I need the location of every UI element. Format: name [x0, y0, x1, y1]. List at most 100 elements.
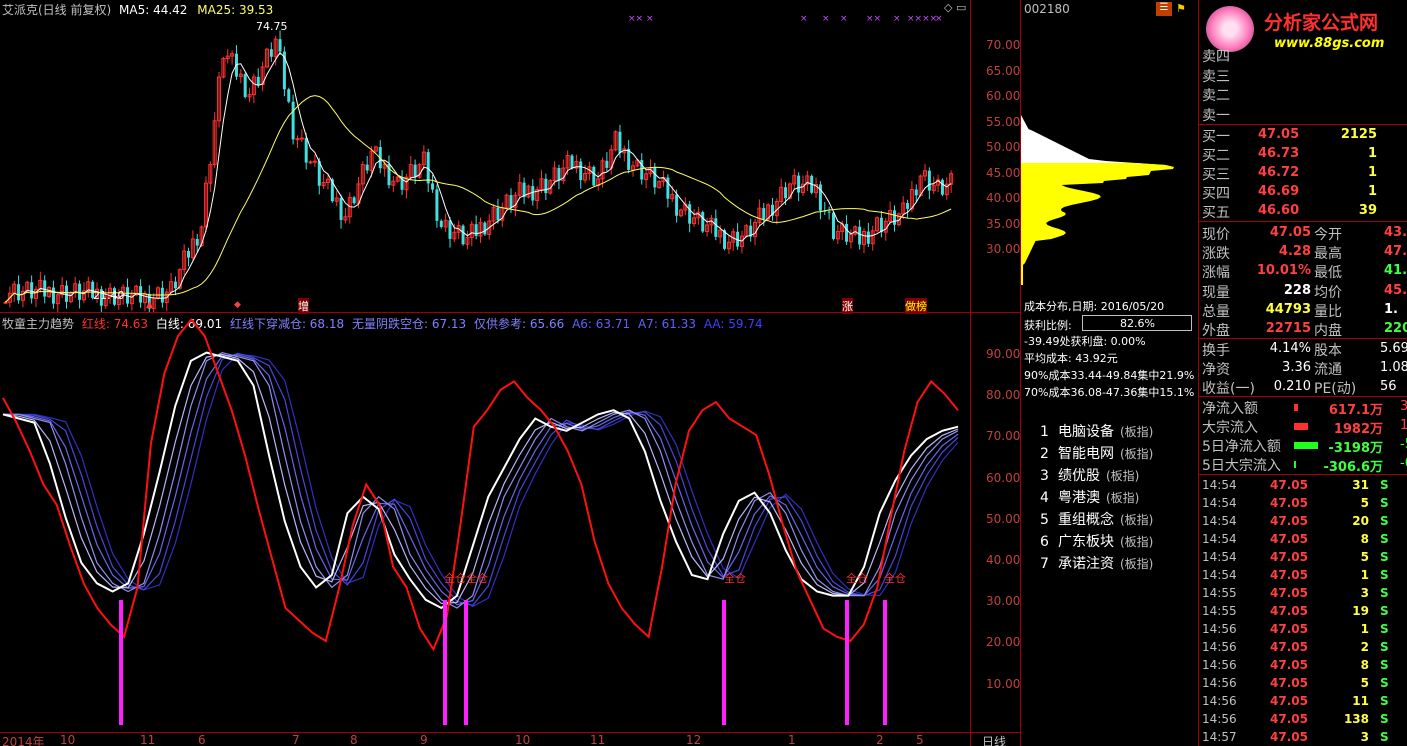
flow-label: 净流入额 — [1202, 401, 1258, 417]
candle-body — [3, 301, 8, 304]
fund-value2: 1.08 — [1380, 360, 1407, 375]
tick-volume: 8 — [1360, 532, 1369, 546]
tick-price: 47.05 — [1270, 568, 1308, 582]
candle-body — [278, 39, 282, 52]
sector-item[interactable]: 6 广东板块 (板指) — [1040, 531, 1153, 551]
fund-label: 收益(一) — [1202, 381, 1255, 397]
sell-label: 卖四 — [1202, 49, 1230, 65]
sector-item[interactable]: 4 粤港澳 (板指) — [1040, 487, 1139, 507]
svg-text:×: × — [822, 14, 830, 24]
sector-tag: (板指) — [1120, 425, 1154, 439]
sector-number: 3 — [1040, 468, 1049, 484]
x-tick: 7 — [292, 733, 300, 746]
candle-body — [701, 212, 705, 232]
candle-body — [531, 186, 535, 201]
quote-label: 涨跌 — [1202, 246, 1230, 263]
logo-name: 分析家公式网 — [1264, 12, 1379, 34]
candle-body — [51, 287, 55, 304]
sector-item[interactable]: 7 承诺注资 (板指) — [1040, 553, 1153, 573]
tick-volume: 19 — [1352, 604, 1369, 618]
sector-number: 2 — [1040, 446, 1049, 462]
candle-body — [557, 167, 561, 181]
candle-body — [845, 223, 849, 242]
candle-body — [30, 282, 34, 299]
tick-price: 47.05 — [1270, 532, 1308, 546]
tick-row: 14:56 47.05 138 S — [1202, 710, 1407, 728]
candle-body — [592, 166, 596, 186]
tick-side: S — [1380, 622, 1389, 636]
candle-body — [570, 155, 574, 169]
x-tick: 8 — [350, 733, 358, 746]
svg-text:×: × — [935, 14, 943, 24]
menu-icon[interactable]: ☰ — [1156, 2, 1172, 16]
indicator-tick: 10.00 — [986, 676, 1021, 691]
candle-body — [187, 251, 191, 258]
tick-row: 14:55 47.05 3 S — [1202, 584, 1407, 602]
sell-label: 卖一 — [1202, 107, 1230, 124]
quote-row: 涨幅 10.01% 最低 41. — [1202, 262, 1407, 281]
quote-label: 涨幅 — [1202, 265, 1230, 282]
sector-name: 智能电网 — [1058, 446, 1114, 462]
tick-price: 47.05 — [1270, 514, 1308, 528]
flow-extra: -0 — [1400, 456, 1407, 471]
kline-tick: 70.00 — [986, 38, 1021, 52]
tick-time: 14:55 — [1202, 586, 1237, 600]
candle-body — [295, 138, 300, 141]
buy-row: 买三 46.72 1 — [1202, 164, 1407, 183]
candles — [3, 30, 954, 312]
buy-row: 买四 46.69 1 — [1202, 183, 1407, 202]
sector-tag: (板指) — [1120, 447, 1154, 461]
ma25-line — [5, 95, 952, 303]
sector-name: 广东板块 — [1058, 534, 1114, 550]
x-tick: 2014年 — [2, 735, 45, 746]
tick-side: S — [1380, 532, 1389, 546]
sector-number: 7 — [1040, 556, 1049, 572]
tick-time: 14:56 — [1202, 676, 1237, 690]
candle-body — [831, 212, 835, 239]
candle-body — [858, 226, 862, 245]
candle-body — [784, 187, 788, 199]
tick-row: 14:55 47.05 19 S — [1202, 602, 1407, 620]
buy-price: 46.69 — [1258, 184, 1300, 199]
tick-side: S — [1380, 514, 1389, 528]
candle-body — [431, 183, 435, 190]
candle-body — [243, 74, 247, 97]
candle-body — [496, 207, 500, 221]
candle-body — [312, 160, 317, 163]
tick-side: S — [1380, 550, 1389, 564]
sector-name: 电脑设备 — [1058, 424, 1114, 440]
candle-body — [906, 203, 910, 209]
sector-number: 4 — [1040, 490, 1049, 506]
sector-item[interactable]: 3 绩优股 (板指) — [1040, 465, 1139, 485]
quote-value2: 1. — [1384, 301, 1398, 317]
flag-icon[interactable]: ⚑ — [1176, 2, 1186, 15]
sector-item[interactable]: 5 重组概念 (板指) — [1040, 509, 1153, 529]
tick-row: 14:56 47.05 11 S — [1202, 692, 1407, 710]
sector-item[interactable]: 2 智能电网 (板指) — [1040, 443, 1153, 463]
fund-value: 0.210 — [1273, 379, 1311, 394]
x-tick: 1 — [788, 733, 796, 746]
low-price-label: 21.40 — [93, 289, 125, 302]
buy-volume: 2125 — [1340, 127, 1377, 142]
candle-body — [65, 285, 69, 302]
flow-row: 5日大宗流入 -306.6万 -0 — [1202, 455, 1407, 475]
indicator-tick: 70.00 — [986, 429, 1021, 444]
tick-side: S — [1380, 478, 1389, 492]
tick-price: 47.05 — [1270, 604, 1308, 618]
quote-value: 47.05 — [1269, 225, 1311, 240]
quote-value2: 2207 — [1384, 321, 1407, 336]
quote-row: 现量 228均价 45.3 — [1202, 282, 1407, 301]
kline-tick: 30.00 — [986, 242, 1021, 256]
candle-body — [474, 224, 478, 237]
signal-label-3: 全仓 — [724, 572, 746, 585]
indicator-tick: 30.00 — [986, 594, 1021, 609]
candle-body — [365, 164, 369, 171]
buy-price: 46.73 — [1258, 146, 1300, 161]
sector-item[interactable]: 1 电脑设备 (板指) — [1040, 421, 1153, 441]
fund-label: 净资 — [1202, 362, 1230, 378]
svg-text:×: × — [800, 14, 808, 24]
candle-body — [866, 231, 870, 244]
candle-body — [448, 220, 452, 239]
indicator-chart — [2, 318, 959, 725]
quote-label: 现量 — [1202, 284, 1230, 301]
